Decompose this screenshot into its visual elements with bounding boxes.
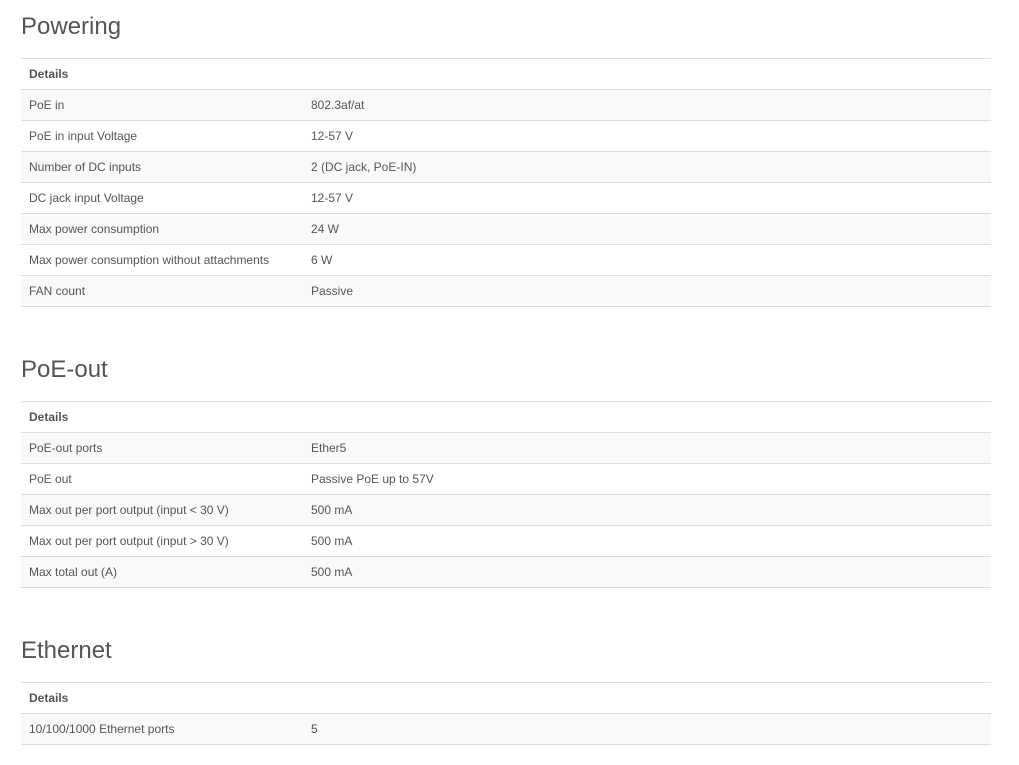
row-label: PoE out — [21, 463, 303, 495]
row-label: Max power consumption — [21, 213, 303, 245]
table-header-row: Details — [21, 401, 992, 433]
table-row: DC jack input Voltage 12-57 V — [21, 182, 992, 214]
row-value: 5 — [303, 713, 992, 745]
row-value: 12-57 V — [303, 120, 992, 152]
row-value: 6 W — [303, 244, 992, 276]
table-header-details: Details — [21, 401, 992, 433]
row-value: 500 mA — [303, 556, 992, 588]
row-value: 2 (DC jack, PoE-IN) — [303, 151, 992, 183]
row-label: Max total out (A) — [21, 556, 303, 588]
row-label: Max power consumption without attachment… — [21, 244, 303, 276]
table-row: PoE-out ports Ether5 — [21, 432, 992, 464]
spec-page: Powering Details PoE in 802.3af/at PoE i… — [0, 0, 1019, 765]
row-value: 500 mA — [303, 525, 992, 557]
row-label: FAN count — [21, 275, 303, 307]
table-header-details: Details — [21, 682, 992, 714]
table-row: PoE in input Voltage 12-57 V — [21, 120, 992, 152]
row-value: 12-57 V — [303, 182, 992, 214]
powering-table: Details PoE in 802.3af/at PoE in input V… — [21, 58, 992, 307]
row-label: PoE-out ports — [21, 432, 303, 464]
ethernet-section: Ethernet Details 10/100/1000 Ethernet po… — [21, 636, 992, 745]
section-title-poe-out: PoE-out — [21, 356, 108, 383]
table-row: Max total out (A) 500 mA — [21, 556, 992, 588]
poe-out-section: PoE-out Details PoE-out ports Ether5 PoE… — [21, 355, 992, 588]
row-value: Passive — [303, 275, 992, 307]
table-row: FAN count Passive — [21, 275, 992, 307]
table-row: Max out per port output (input > 30 V) 5… — [21, 525, 992, 557]
table-row: PoE out Passive PoE up to 57V — [21, 463, 992, 495]
table-row: Max power consumption 24 W — [21, 213, 992, 245]
table-row: Number of DC inputs 2 (DC jack, PoE-IN) — [21, 151, 992, 183]
row-label: Max out per port output (input > 30 V) — [21, 525, 303, 557]
table-row: Max out per port output (input < 30 V) 5… — [21, 494, 992, 526]
row-value: 24 W — [303, 213, 992, 245]
table-row: 10/100/1000 Ethernet ports 5 — [21, 713, 992, 745]
table-header-row: Details — [21, 58, 992, 90]
poe-out-table: Details PoE-out ports Ether5 PoE out Pas… — [21, 401, 992, 588]
table-header-row: Details — [21, 682, 992, 714]
row-label: Max out per port output (input < 30 V) — [21, 494, 303, 526]
row-value: Ether5 — [303, 432, 992, 464]
section-title-powering: Powering — [21, 13, 122, 40]
table-header-details: Details — [21, 58, 992, 90]
row-value: 802.3af/at — [303, 89, 992, 121]
row-value: Passive PoE up to 57V — [303, 463, 992, 495]
row-value: 500 mA — [303, 494, 992, 526]
row-label: PoE in — [21, 89, 303, 121]
table-row: PoE in 802.3af/at — [21, 89, 992, 121]
row-label: DC jack input Voltage — [21, 182, 303, 214]
row-label: PoE in input Voltage — [21, 120, 303, 152]
row-label: 10/100/1000 Ethernet ports — [21, 713, 303, 745]
table-row: Max power consumption without attachment… — [21, 244, 992, 276]
powering-section: Powering Details PoE in 802.3af/at PoE i… — [21, 12, 992, 307]
row-label: Number of DC inputs — [21, 151, 303, 183]
section-title-ethernet: Ethernet — [21, 637, 112, 664]
ethernet-table: Details 10/100/1000 Ethernet ports 5 — [21, 682, 992, 745]
